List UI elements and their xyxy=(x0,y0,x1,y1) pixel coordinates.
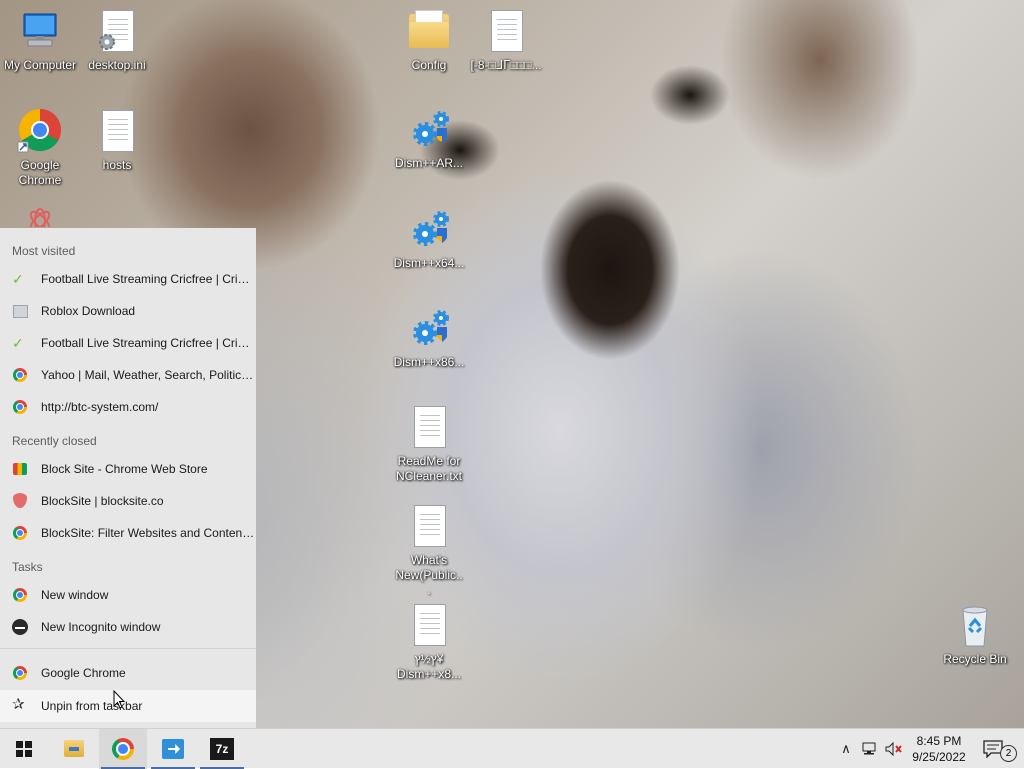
jump-list-item[interactable]: BlockSite | blocksite.co xyxy=(0,486,256,516)
chrome-icon xyxy=(12,367,28,383)
gear-shield-icon xyxy=(405,206,453,254)
desktop-icon-google-chrome[interactable]: Google Chrome xyxy=(0,108,80,188)
recently-closed-header: Recently closed xyxy=(12,434,97,448)
desktop-icon-label: hosts xyxy=(102,158,132,172)
taskbar: 7z ∧ 8:45 PM 9/25/2022 2 xyxy=(0,728,1024,769)
show-hidden-icons-chevron-icon[interactable]: ∧ xyxy=(838,729,854,769)
text-file-icon xyxy=(405,404,453,452)
clock[interactable]: 8:45 PM 9/25/2022 xyxy=(903,733,975,765)
desktop-icon-label: What's New(Public... xyxy=(395,553,463,597)
chrome-icon xyxy=(112,738,134,760)
desktop-icon-readme[interactable]: ReadMe for NCleaner.txt xyxy=(389,404,469,484)
desktop-icon-label: [-8-□ᒧᒥ□□□... xyxy=(470,58,542,72)
text-file-icon xyxy=(405,602,453,650)
desktop-icon-config[interactable]: Config xyxy=(389,8,469,73)
lotus-icon xyxy=(16,205,64,227)
windows-logo-icon xyxy=(16,741,32,757)
shield-icon xyxy=(12,493,28,509)
computer-icon xyxy=(16,8,64,56)
text-file-icon xyxy=(482,8,530,56)
chrome-icon xyxy=(12,665,28,681)
desktop-icon-desktop-ini[interactable]: desktop.ini xyxy=(77,8,157,73)
desktop-icon-label: ReadMe for NCleaner.txt xyxy=(395,454,463,483)
desktop-icon-partial[interactable] xyxy=(0,205,80,227)
desktop-icon-text-file[interactable]: [-8-□ᒧᒥ□□□... xyxy=(466,8,546,73)
chrome-taskbar-button[interactable] xyxy=(99,729,147,769)
desktop-icon-recycle-bin[interactable]: Recycle Bin xyxy=(935,602,1015,667)
chrome-jump-list: Most visited ✓ Football Live Streaming C… xyxy=(0,228,256,728)
jump-list-item[interactable]: Yahoo | Mail, Weather, Search, Politics,… xyxy=(0,360,256,390)
desktop-icon-label: Recycle Bin xyxy=(943,652,1007,666)
mouse-cursor-icon xyxy=(113,690,126,709)
desktop-icon-label: Dism++AR... xyxy=(394,156,463,170)
desktop-icon-label: Google Chrome xyxy=(18,158,62,187)
desktop-icon-whats-new[interactable]: What's New(Public... xyxy=(389,503,469,598)
action-center-button[interactable]: 2 xyxy=(976,729,1024,769)
clock-time: 8:45 PM xyxy=(916,734,962,748)
dism-app-icon xyxy=(162,739,184,759)
desktop-icon-label: Dism++x64... xyxy=(393,256,465,270)
jump-list-item[interactable]: http://btc-system.com/ xyxy=(0,392,256,422)
desktop-icon-dism-arm[interactable]: Dism++AR... xyxy=(389,106,469,171)
7zip-taskbar-button[interactable]: 7z xyxy=(198,729,246,769)
unpin-icon: ✰ xyxy=(12,696,25,713)
desktop-icon-my-computer[interactable]: My Computer xyxy=(0,8,80,73)
gear-shield-icon xyxy=(405,106,453,154)
incognito-icon xyxy=(12,619,28,635)
start-button[interactable] xyxy=(0,729,48,769)
checkmark-icon: ✓ xyxy=(12,271,24,287)
open-google-chrome-item[interactable]: Google Chrome xyxy=(0,658,256,688)
checkmark-icon: ✓ xyxy=(12,335,24,351)
desktop-icon-label: My Computer xyxy=(3,58,77,72)
tasks-header: Tasks xyxy=(12,560,43,574)
divider xyxy=(0,648,256,649)
desktop-icon-label: ץ½ץ¥ Dism++x8... xyxy=(396,652,462,681)
notification-count-badge: 2 xyxy=(1000,745,1017,762)
jump-list-item[interactable]: ✓ Football Live Streaming Cricfree | Cri… xyxy=(0,264,256,294)
new-window-item[interactable]: New window xyxy=(0,580,256,610)
desktop-icon-dism-x8[interactable]: ץ½ץ¥ Dism++x8... xyxy=(389,602,469,682)
jump-list-item[interactable]: ✓ Football Live Streaming Cricfree | Cri… xyxy=(0,328,256,358)
recycle-bin-icon xyxy=(951,602,999,650)
desktop-icon-label: Config xyxy=(411,58,447,72)
chrome-icon xyxy=(16,108,64,156)
jump-list-item[interactable]: BlockSite: Filter Websites and Content..… xyxy=(0,518,256,548)
chrome-icon xyxy=(12,399,28,415)
desktop-icon-label: Dism++x86... xyxy=(393,355,465,369)
7zip-icon: 7z xyxy=(210,738,234,760)
web-store-icon xyxy=(12,461,28,477)
text-file-icon xyxy=(405,503,453,551)
file-explorer-icon xyxy=(64,740,84,757)
file-explorer-button[interactable] xyxy=(50,729,98,769)
jump-list-item[interactable]: Roblox Download xyxy=(0,296,256,326)
desktop-icon-dism-x86[interactable]: Dism++x86... xyxy=(389,305,469,370)
clock-date: 9/25/2022 xyxy=(912,750,966,764)
dism-taskbar-button[interactable] xyxy=(149,729,197,769)
file-icon xyxy=(93,108,141,156)
page-icon xyxy=(12,303,28,319)
gear-shield-icon xyxy=(405,305,453,353)
jump-list-item[interactable]: Block Site - Chrome Web Store xyxy=(0,454,256,484)
settings-file-icon xyxy=(93,8,141,56)
unpin-from-taskbar-item[interactable]: ✰ Unpin from taskbar xyxy=(0,690,256,722)
chrome-icon xyxy=(12,587,28,603)
network-icon[interactable] xyxy=(860,729,882,769)
folder-icon xyxy=(405,8,453,56)
desktop-icon-label: desktop.ini xyxy=(88,58,146,72)
desktop-icon-dism-x64[interactable]: Dism++x64... xyxy=(389,206,469,271)
most-visited-header: Most visited xyxy=(12,244,76,258)
desktop-icon-hosts[interactable]: hosts xyxy=(77,108,157,173)
chrome-icon xyxy=(12,525,28,541)
new-incognito-window-item[interactable]: New Incognito window xyxy=(0,612,256,642)
